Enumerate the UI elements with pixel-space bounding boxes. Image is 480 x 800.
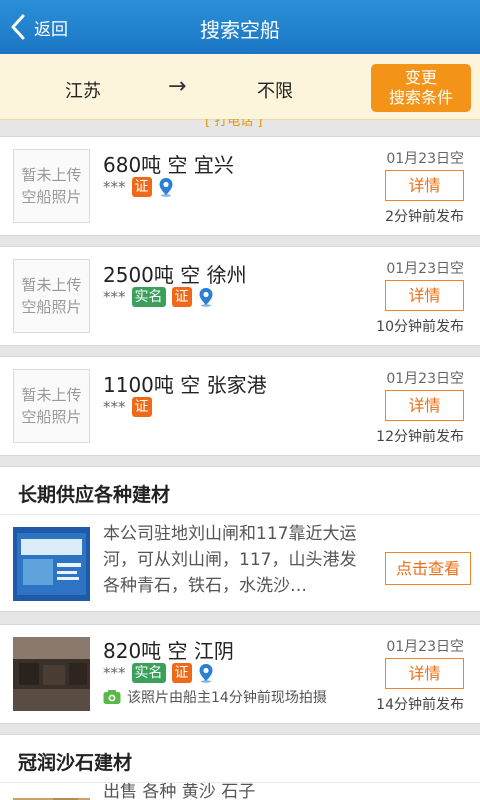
owner-masked-name: *** xyxy=(103,178,126,196)
placeholder-line1: 暂未上传 xyxy=(21,276,82,294)
ad-title: 长期供应各种建材 xyxy=(18,484,171,506)
location-pin-icon xyxy=(158,177,174,197)
destination-province[interactable]: 不限 xyxy=(257,77,293,103)
location-pin-icon xyxy=(198,287,214,307)
empty-date: 01月23日空 xyxy=(386,151,464,167)
photo-note: 该照片由船主14分钟前现场拍摄 xyxy=(103,687,327,707)
no-photo-placeholder: 暂未上传 空船照片 xyxy=(13,369,90,443)
ship-tags: *** 实名 证 xyxy=(103,662,214,684)
ship-title: 2500吨 空 徐州 xyxy=(103,263,247,287)
ad-item[interactable]: 本公司驻地刘山闸和117靠近大运河，可从刘山闸，117，山头港发各种青石，铁石，… xyxy=(0,514,480,612)
owner-masked-name: *** xyxy=(103,288,126,306)
ship-title: 820吨 空 江阴 xyxy=(103,639,234,663)
posted-time: 2分钟前发布 xyxy=(385,209,464,225)
placeholder-line2: 空船照片 xyxy=(21,408,82,426)
posted-time: 14分钟前发布 xyxy=(376,697,464,713)
verified-badge: 证 xyxy=(171,663,192,683)
detail-button[interactable]: 详情 xyxy=(385,280,464,311)
empty-date: 01月23日空 xyxy=(386,371,464,387)
search-filter-bar: 江苏 → 不限 变更 搜索条件 xyxy=(0,54,480,120)
posted-time: 12分钟前发布 xyxy=(376,429,464,445)
ad-description: 本公司驻地刘山闸和117靠近大运河，可从刘山闸，117，山头港发各种青石，铁石，… xyxy=(103,524,357,596)
change-criteria-line1: 变更 xyxy=(404,68,437,87)
view-ad-button[interactable]: 点击查看 xyxy=(385,552,471,585)
ship-list-item[interactable]: 暂未上传 空船照片 2500吨 空 徐州 *** 实名 证 01月23日空 详情… xyxy=(0,246,480,346)
ship-photo xyxy=(13,637,90,711)
ship-list-item[interactable]: 暂未上传 空船照片 680吨 空 宜兴 *** 证 01月23日空 详情 2分钟… xyxy=(0,136,480,236)
ad-item[interactable]: 出售 各种 黄沙 石子 xyxy=(0,782,480,800)
detail-button[interactable]: 详情 xyxy=(385,658,464,689)
ship-tags: *** 实名 证 xyxy=(103,286,214,308)
empty-date: 01月23日空 xyxy=(386,639,464,655)
placeholder-line1: 暂未上传 xyxy=(21,386,82,404)
realname-badge: 实名 xyxy=(131,287,166,307)
route-arrow-icon: → xyxy=(168,74,187,99)
ship-title: 1100吨 空 张家港 xyxy=(103,373,267,397)
ad-thumbnail xyxy=(13,793,90,800)
detail-button[interactable]: 详情 xyxy=(385,390,464,421)
location-pin-icon xyxy=(198,663,214,683)
ship-list-item[interactable]: 暂未上传 空船照片 1100吨 空 张家港 *** 证 01月23日空 详情 1… xyxy=(0,356,480,456)
verified-badge: 证 xyxy=(131,177,152,197)
ad-header: 长期供应各种建材 xyxy=(0,466,480,514)
ad-header: 冠润沙石建材 xyxy=(0,734,480,782)
top-bar: 返回 搜索空船 xyxy=(0,0,480,54)
placeholder-line2: 空船照片 xyxy=(21,188,82,206)
ship-tags: *** 证 xyxy=(103,396,158,418)
ship-tags: *** 证 xyxy=(103,176,174,198)
page-title: 搜索空船 xyxy=(200,18,280,42)
ad-description: 出售 各种 黄沙 石子 xyxy=(103,782,256,800)
ad-title: 冠润沙石建材 xyxy=(18,752,133,774)
verified-badge: 证 xyxy=(131,397,152,417)
verified-badge: 证 xyxy=(171,287,192,307)
placeholder-line2: 空船照片 xyxy=(21,298,82,316)
ship-title: 680吨 空 宜兴 xyxy=(103,153,234,177)
owner-masked-name: *** xyxy=(103,398,126,416)
origin-province[interactable]: 江苏 xyxy=(65,77,101,103)
no-photo-placeholder: 暂未上传 空船照片 xyxy=(13,259,90,333)
placeholder-line1: 暂未上传 xyxy=(21,166,82,184)
camera-icon xyxy=(103,690,121,704)
clipped-text-fragment: [ 打电话 ] xyxy=(205,119,263,127)
no-photo-placeholder: 暂未上传 空船照片 xyxy=(13,149,90,223)
change-criteria-line2: 搜索条件 xyxy=(388,88,453,107)
ship-list-item[interactable]: 820吨 空 江阴 *** 实名 证 该照片由船主14分钟前现场拍摄 01月23… xyxy=(0,624,480,724)
change-criteria-button[interactable]: 变更 搜索条件 xyxy=(371,64,471,112)
empty-date: 01月23日空 xyxy=(386,261,464,277)
ad-thumbnail xyxy=(13,527,90,601)
detail-button[interactable]: 详情 xyxy=(385,170,464,201)
owner-masked-name: *** xyxy=(103,664,126,682)
realname-badge: 实名 xyxy=(131,663,166,683)
photo-note-text: 该照片由船主14分钟前现场拍摄 xyxy=(127,690,327,706)
posted-time: 10分钟前发布 xyxy=(376,319,464,335)
